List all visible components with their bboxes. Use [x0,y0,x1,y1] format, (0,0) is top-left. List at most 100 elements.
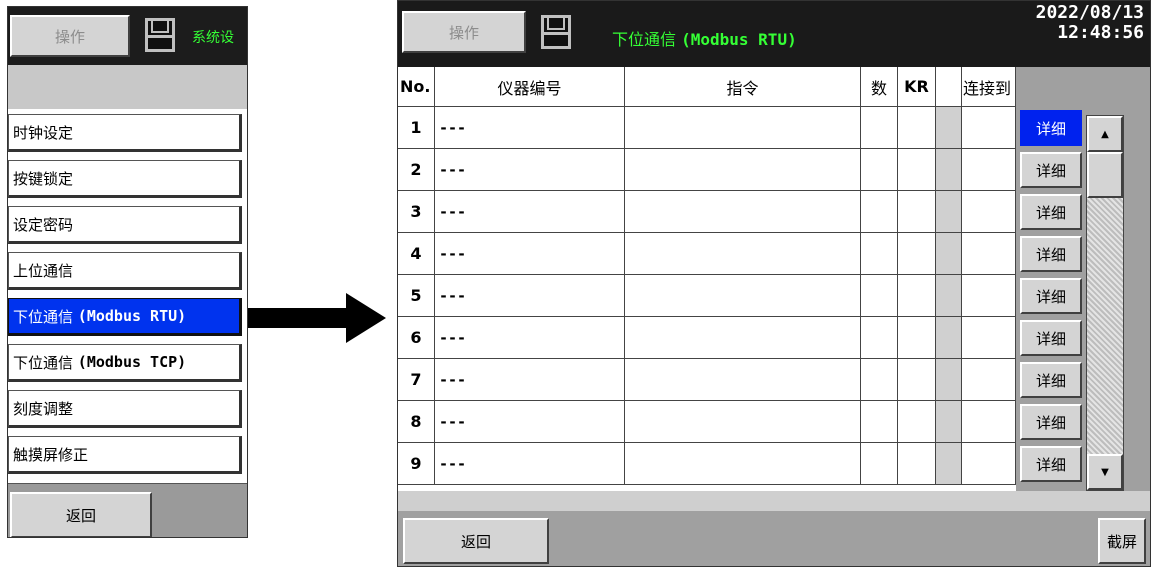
left-header: 操作 系统设 [8,7,247,65]
floppy-disk-icon[interactable] [541,15,571,49]
connect-to-cell[interactable] [962,107,1016,149]
table-row[interactable]: 6 --- [398,317,1016,359]
device-id-cell[interactable]: --- [435,317,625,359]
date-text: 2022/08/13 [1035,2,1144,23]
menu-touch-calibration[interactable]: 触摸屏修正 [8,436,242,474]
count-cell[interactable] [861,233,898,275]
count-cell[interactable] [861,401,898,443]
device-id-cell[interactable]: --- [435,233,625,275]
kr-cell[interactable] [898,275,936,317]
connect-to-cell[interactable] [962,401,1016,443]
command-cell[interactable] [625,149,861,191]
blank-cell [936,107,962,149]
operate-button[interactable]: 操作 [402,11,526,53]
kr-cell[interactable] [898,401,936,443]
menu-key-lock[interactable]: 按键锁定 [8,160,242,198]
connect-to-cell[interactable] [962,149,1016,191]
table-row[interactable]: 9 --- [398,443,1016,485]
menu-clock-settings[interactable]: 时钟设定 [8,114,242,152]
detail-button-1[interactable]: 详细 [1020,110,1082,146]
device-id-cell[interactable]: --- [435,191,625,233]
left-subbar [8,65,247,110]
device-id-cell[interactable]: --- [435,107,625,149]
settings-menu: 时钟设定 按键锁定 设定密码 上位通信 下位通信 (Modbus RTU) 下位… [8,109,247,487]
blank-cell [936,233,962,275]
row-number: 3 [398,191,435,233]
time-text: 12:48:56 [1057,22,1144,43]
detail-button-4[interactable]: 详细 [1020,236,1082,272]
detail-button-8[interactable]: 详细 [1020,404,1082,440]
connect-to-cell[interactable] [962,443,1016,485]
detail-button-3[interactable]: 详细 [1020,194,1082,230]
screenshot-button[interactable]: 截屏 [1098,518,1146,564]
kr-cell[interactable] [898,233,936,275]
detail-button-7[interactable]: 详细 [1020,362,1082,398]
blank-cell [936,191,962,233]
table-row[interactable]: 4 --- [398,233,1016,275]
column-header-device-id: 仪器编号 [435,67,625,107]
command-cell[interactable] [625,275,861,317]
floppy-disk-icon[interactable] [145,18,175,52]
device-id-cell[interactable]: --- [435,149,625,191]
device-id-cell[interactable]: --- [435,275,625,317]
command-cell[interactable] [625,401,861,443]
command-cell[interactable] [625,191,861,233]
column-header-no: No. [398,67,435,107]
scroll-down-icon[interactable]: ▼ [1087,454,1123,490]
connect-to-cell[interactable] [962,359,1016,401]
left-title: 系统设 [192,30,234,46]
count-cell[interactable] [861,149,898,191]
datetime-display: 2022/08/13 12:48:56 [1036,3,1144,43]
detail-button-6[interactable]: 详细 [1020,320,1082,356]
kr-cell[interactable] [898,149,936,191]
table-row[interactable]: 3 --- [398,191,1016,233]
command-cell[interactable] [625,443,861,485]
count-cell[interactable] [861,107,898,149]
command-cell[interactable] [625,233,861,275]
table-row[interactable]: 5 --- [398,275,1016,317]
count-cell[interactable] [861,317,898,359]
left-back-button[interactable]: 返回 [10,492,152,537]
menu-lower-comm-tcp[interactable]: 下位通信 (Modbus TCP) [8,344,242,382]
connect-to-cell[interactable] [962,275,1016,317]
menu-lower-comm-rtu[interactable]: 下位通信 (Modbus RTU) [8,298,242,336]
kr-cell[interactable] [898,191,936,233]
left-operate-button[interactable]: 操作 [10,15,130,57]
kr-cell[interactable] [898,107,936,149]
command-cell[interactable] [625,359,861,401]
menu-upper-comm[interactable]: 上位通信 [8,252,242,290]
table-row[interactable]: 2 --- [398,149,1016,191]
table-row[interactable]: 1 --- [398,107,1016,149]
device-id-cell[interactable]: --- [435,359,625,401]
count-cell[interactable] [861,359,898,401]
scroll-up-icon[interactable]: ▲ [1087,116,1123,152]
detail-button-9[interactable]: 详细 [1020,446,1082,482]
detail-button-2[interactable]: 详细 [1020,152,1082,188]
back-button[interactable]: 返回 [403,518,549,564]
table-row[interactable]: 7 --- [398,359,1016,401]
detail-button-5[interactable]: 详细 [1020,278,1082,314]
scrollbar-thumb[interactable] [1087,152,1123,198]
device-id-cell[interactable]: --- [435,401,625,443]
command-cell[interactable] [625,317,861,359]
device-id-cell[interactable]: --- [435,443,625,485]
row-number: 1 [398,107,435,149]
kr-cell[interactable] [898,317,936,359]
vertical-scrollbar[interactable]: ▲ ▼ [1086,115,1124,491]
connect-to-cell[interactable] [962,233,1016,275]
table-row[interactable]: 8 --- [398,401,1016,443]
kr-cell[interactable] [898,443,936,485]
row-number: 8 [398,401,435,443]
blank-cell [936,401,962,443]
kr-cell[interactable] [898,359,936,401]
connect-to-cell[interactable] [962,191,1016,233]
menu-set-password[interactable]: 设定密码 [8,206,242,244]
count-cell[interactable] [861,275,898,317]
count-cell[interactable] [861,443,898,485]
column-header-command: 指令 [625,67,861,107]
command-cell[interactable] [625,107,861,149]
count-cell[interactable] [861,191,898,233]
menu-scale-adjust[interactable]: 刻度调整 [8,390,242,428]
column-header-connect-to: 连接到 [962,67,1016,107]
connect-to-cell[interactable] [962,317,1016,359]
